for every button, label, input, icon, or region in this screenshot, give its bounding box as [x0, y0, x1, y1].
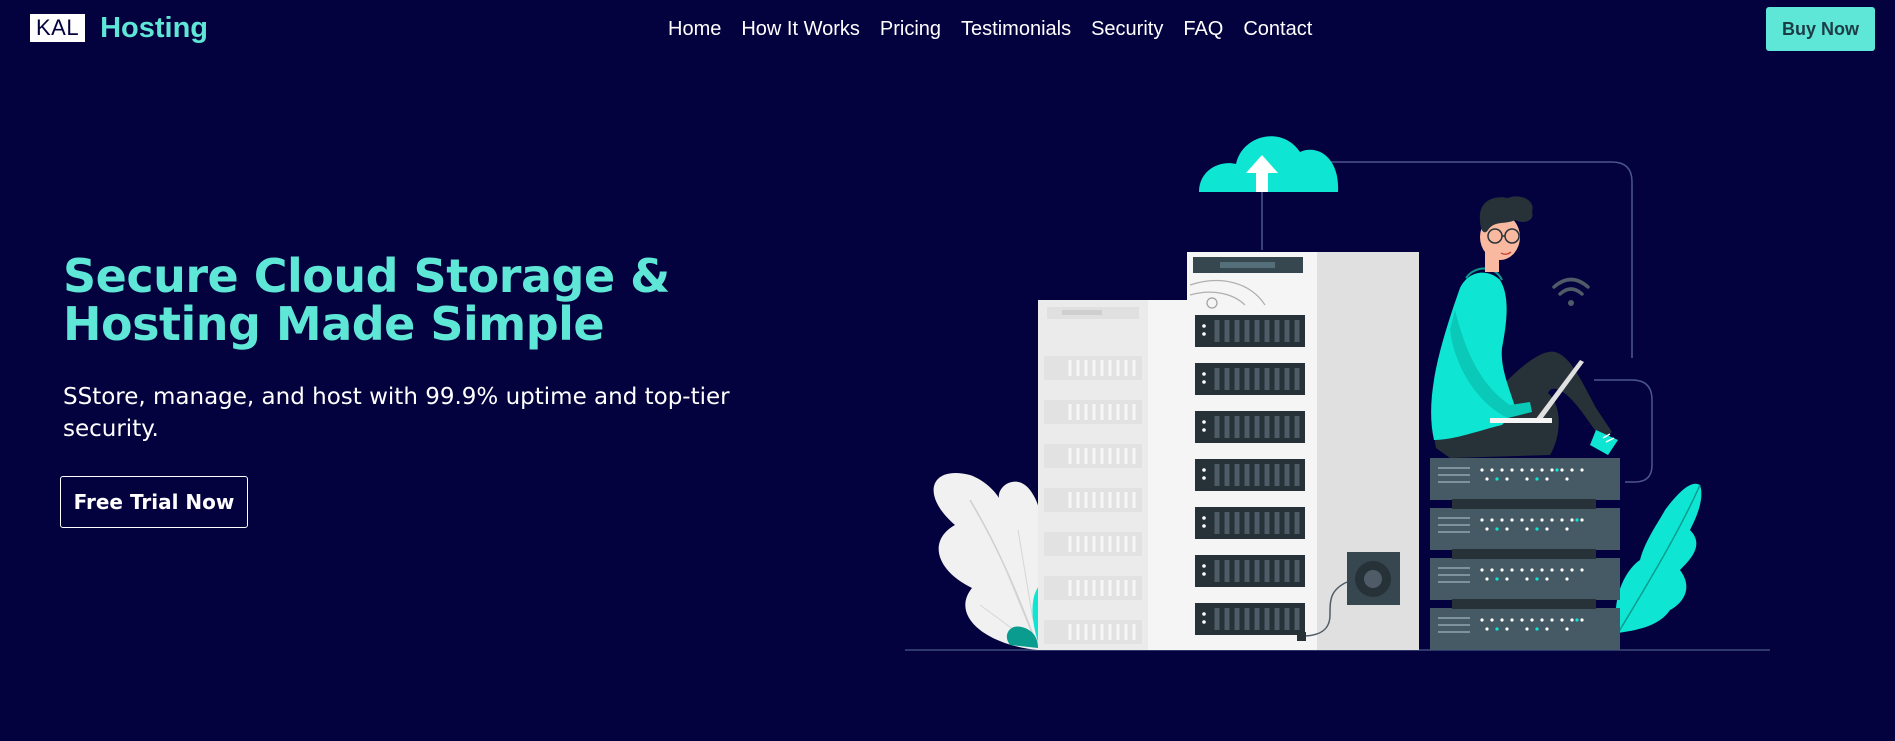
nav-link-home[interactable]: Home: [668, 17, 721, 41]
hero-subtitle: SStore, manage, and host with 99.9% upti…: [63, 384, 730, 442]
nav-link-security[interactable]: Security: [1091, 17, 1163, 41]
nav-link-testimonials[interactable]: Testimonials: [961, 17, 1071, 41]
nav-item-testimonials: Testimonials: [961, 17, 1091, 41]
person-with-laptop: [1431, 196, 1618, 458]
nav-item-contact: Contact: [1243, 17, 1332, 41]
wifi-icon: [1552, 277, 1590, 306]
nav-item-how-it-works: How It Works: [741, 17, 880, 41]
free-trial-button[interactable]: Free Trial Now: [60, 476, 248, 528]
brand-name: Hosting: [100, 11, 209, 44]
brand-logo[interactable]: KAL Hosting: [30, 11, 209, 44]
navbar: KAL Hosting Home How It Works Pricing Te…: [0, 0, 1895, 58]
hero-title: Secure Cloud Storage & Hosting Made Simp…: [63, 249, 670, 351]
server-tower-left: [1038, 300, 1188, 650]
nav-link-pricing[interactable]: Pricing: [880, 17, 941, 41]
nav-link-contact[interactable]: Contact: [1243, 17, 1312, 41]
server-stack-right: [1430, 458, 1620, 650]
nav-menu: Home How It Works Pricing Testimonials S…: [668, 17, 1332, 41]
hero-illustration: [905, 136, 1770, 651]
cloud-upload-icon: [1199, 136, 1339, 192]
server-tower-center: [1187, 252, 1419, 650]
buy-now-button[interactable]: Buy Now: [1766, 7, 1875, 51]
nav-link-faq[interactable]: FAQ: [1183, 17, 1223, 41]
nav-link-how-it-works[interactable]: How It Works: [741, 17, 860, 41]
nav-item-faq: FAQ: [1183, 17, 1243, 41]
nav-item-security: Security: [1091, 17, 1183, 41]
nav-item-home: Home: [668, 17, 741, 41]
plant-right: [1615, 483, 1702, 634]
nav-item-pricing: Pricing: [880, 17, 961, 41]
brand-logo-box: KAL: [30, 14, 86, 42]
